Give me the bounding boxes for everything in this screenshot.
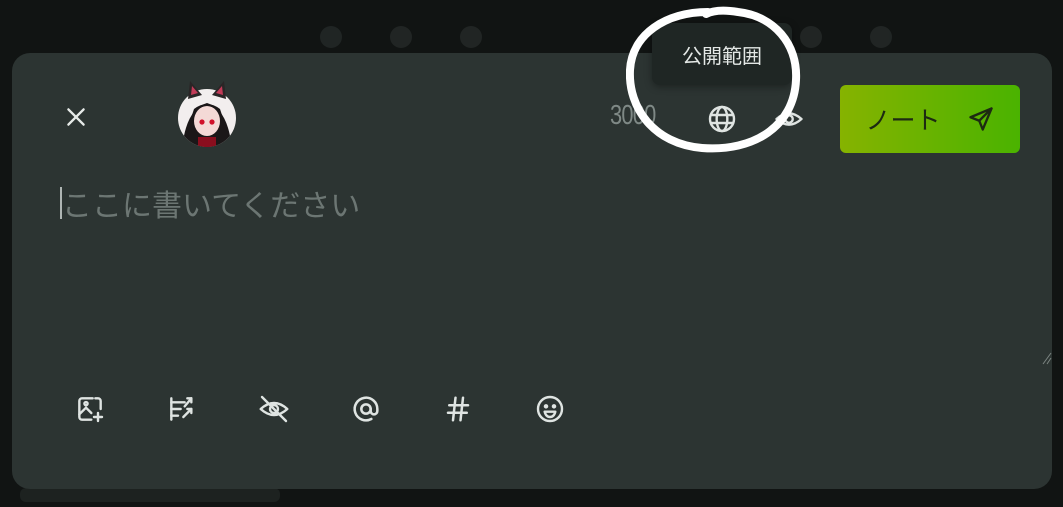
hashtag-button[interactable] bbox=[438, 389, 478, 429]
at-sign-icon bbox=[353, 396, 379, 422]
submit-note-button[interactable]: ノート bbox=[840, 85, 1020, 153]
character-counter: 3000 bbox=[610, 99, 656, 130]
content-warning-button[interactable] bbox=[254, 389, 294, 429]
emoji-button[interactable] bbox=[530, 389, 570, 429]
background-content bbox=[20, 488, 280, 502]
background-toolbar bbox=[320, 20, 920, 54]
visibility-button[interactable] bbox=[702, 99, 742, 139]
send-icon bbox=[968, 107, 993, 131]
mention-button[interactable] bbox=[346, 389, 386, 429]
avatar[interactable] bbox=[176, 79, 238, 149]
eye-icon bbox=[775, 112, 803, 126]
note-text-input[interactable]: ここに書いてください bbox=[60, 181, 1050, 365]
poll-icon bbox=[170, 397, 193, 421]
poll-button[interactable] bbox=[162, 389, 202, 429]
resize-handle[interactable] bbox=[1042, 351, 1052, 365]
emoji-icon bbox=[536, 395, 564, 423]
visibility-tooltip: 公開範囲 bbox=[652, 23, 792, 85]
hashtag-icon bbox=[446, 396, 470, 422]
attach-image-button[interactable] bbox=[70, 389, 110, 429]
input-placeholder: ここに書いてください bbox=[62, 189, 361, 224]
globe-icon bbox=[708, 105, 736, 133]
local-only-button[interactable] bbox=[769, 99, 809, 139]
submit-label: ノート bbox=[865, 106, 941, 135]
image-plus-icon bbox=[78, 397, 104, 423]
close-button[interactable] bbox=[60, 101, 92, 133]
eye-off-icon bbox=[259, 395, 289, 423]
close-icon bbox=[67, 108, 85, 126]
post-form-dialog: 3000 ノート ここに書いてください bbox=[12, 53, 1052, 489]
